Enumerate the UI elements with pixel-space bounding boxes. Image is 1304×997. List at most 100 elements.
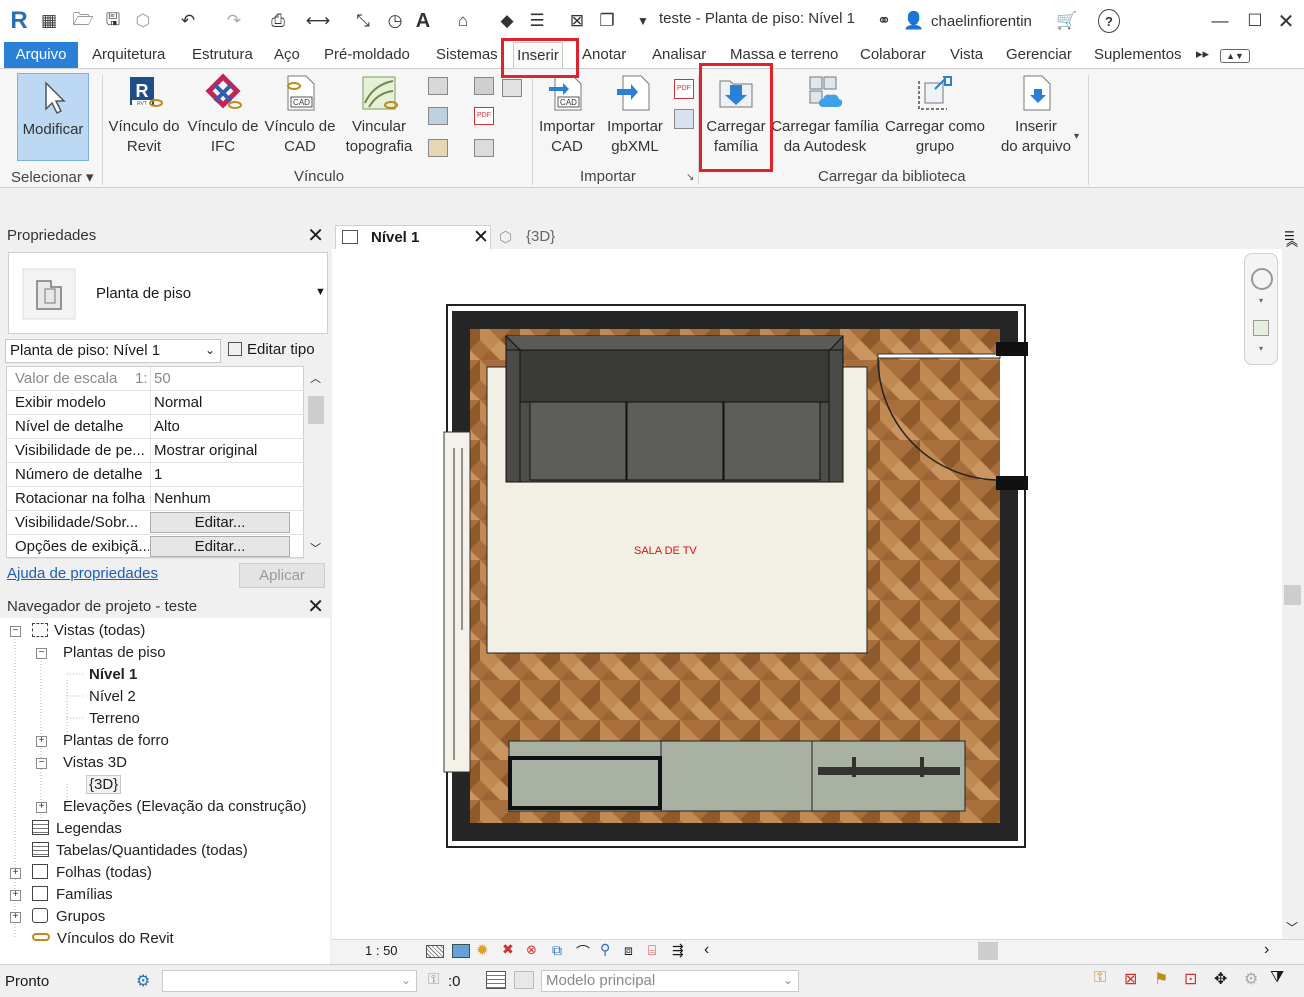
tab-colaborar[interactable]: Colaborar	[860, 46, 926, 63]
hscroll-right-icon[interactable]: ›	[1264, 941, 1269, 959]
tab-analisar[interactable]: Analisar	[652, 46, 706, 63]
qat-dropdown-icon[interactable]: ▼	[636, 9, 650, 33]
importar-dialog-launcher-icon[interactable]: ↘	[686, 172, 694, 183]
import-image-icon[interactable]	[674, 109, 694, 129]
inserir-dropdown-icon[interactable]: ▾	[1074, 131, 1079, 142]
inserir-do-arquivo-button[interactable]: Inserir do arquivo	[996, 73, 1076, 157]
tree-grupos[interactable]: Grupos	[32, 908, 105, 925]
type-selector[interactable]: Planta de piso ▼	[8, 252, 328, 334]
detail-level-icon[interactable]	[426, 945, 444, 958]
close-browser-icon[interactable]: ✕	[307, 596, 324, 618]
close-window-icon[interactable]: ✕	[1274, 9, 1298, 33]
tree-3d-view[interactable]: {3D}	[86, 775, 122, 794]
expand-folhas-icon[interactable]: +	[10, 868, 21, 879]
collapse-vistas-3d-icon[interactable]: −	[36, 758, 47, 769]
ajuda-propriedades-link[interactable]: Ajuda de propriedades	[7, 565, 158, 582]
filter-icon[interactable]: ⚿	[428, 971, 439, 988]
import-pdf-icon[interactable]: PDF	[674, 79, 694, 99]
close-view-tab-icon[interactable]: ✕	[473, 226, 489, 249]
carregar-familia-autodesk-button[interactable]: Carregar família da Autodesk	[770, 73, 880, 157]
vinculo-cad-button[interactable]: CAD Vínculo de CAD	[262, 73, 338, 157]
show-crop-icon[interactable]: ⌒	[576, 942, 590, 962]
aplicar-button[interactable]: Aplicar	[239, 563, 325, 588]
tab-anotar[interactable]: Anotar	[582, 46, 626, 63]
coordination-model-icon[interactable]	[428, 139, 448, 157]
visual-style-icon[interactable]	[452, 944, 470, 958]
drawing-canvas[interactable]: SALA DE TV ▾ ▾	[332, 249, 1286, 939]
decal-icon[interactable]	[474, 77, 494, 95]
expand-elevacoes-icon[interactable]: +	[36, 802, 47, 813]
reveal-hidden-icon[interactable]: ⌸	[648, 942, 656, 959]
help-icon[interactable]: ?	[1098, 9, 1120, 33]
workset-combo[interactable]: ⌄	[162, 970, 417, 992]
instance-selector[interactable]: Planta de piso: Nível 1 ⌄	[5, 339, 221, 363]
select-pinned-icon[interactable]: ⚑	[1154, 969, 1168, 989]
unlock-3d-icon[interactable]: ⚲	[600, 941, 610, 958]
tree-plantas-piso[interactable]: Plantas de piso	[63, 644, 166, 661]
select-links-icon[interactable]: ⚿	[1094, 969, 1106, 987]
tree-vinculos-revit[interactable]: Vínculos do Revit	[32, 930, 174, 947]
collapse-vistas-icon[interactable]: −	[10, 626, 21, 637]
analytical-model-icon[interactable]: ⇶	[672, 942, 684, 959]
user-name[interactable]: chaelinfiorentin	[931, 13, 1032, 30]
tree-terreno[interactable]: Terreno	[89, 710, 140, 727]
expand-familias-icon[interactable]: +	[10, 890, 21, 901]
collapse-plantas-piso-icon[interactable]: −	[36, 648, 47, 659]
prop-row-rotacionar[interactable]: Rotacionar na folha Nenhum	[7, 487, 305, 511]
text-icon[interactable]: A	[412, 9, 434, 33]
editar-opcoes-button[interactable]: Editar...	[150, 536, 290, 557]
select-underlay-icon[interactable]: ⊠	[1124, 969, 1137, 989]
scroll-down-icon[interactable]: ﹀	[1286, 919, 1298, 936]
room-label[interactable]: SALA DE TV	[634, 545, 697, 557]
ribbon-minimize-icon[interactable]: ▲▼	[1220, 49, 1250, 63]
importar-cad-button[interactable]: CAD Importar CAD	[536, 73, 598, 157]
switch-windows-icon[interactable]: ❐	[596, 9, 618, 33]
tab-view-3d[interactable]: ⬡ {3D}	[494, 225, 604, 249]
tree-familias[interactable]: Famílias	[32, 886, 113, 903]
zoom-dropdown-icon[interactable]: ▾	[1259, 344, 1263, 353]
select-by-face-icon[interactable]: ⊡	[1184, 969, 1197, 989]
steering-wheel-icon[interactable]	[1251, 268, 1273, 290]
tab-sistemas[interactable]: Sistemas	[436, 46, 498, 63]
modificar-button[interactable]: Modificar	[17, 73, 89, 161]
temp-hide-icon[interactable]: ⧈	[624, 942, 633, 959]
sync-icon[interactable]: ⬡	[132, 9, 154, 33]
filter-selection-icon[interactable]: ⧩	[1270, 969, 1284, 987]
3d-view-icon[interactable]: ⌂	[452, 9, 474, 33]
binoculars-icon[interactable]: ⚭	[872, 9, 896, 33]
manage-images-icon[interactable]	[502, 79, 522, 97]
tree-nivel-1[interactable]: Nível 1	[89, 666, 137, 683]
editar-visibilidade-button[interactable]: Editar...	[150, 512, 290, 533]
measure-icon[interactable]: ⟷	[306, 9, 330, 33]
vinculo-ifc-button[interactable]: Vínculo de IFC	[186, 73, 260, 157]
prop-row-nivel-detalhe[interactable]: Nível de detalhe Alto	[7, 415, 305, 439]
expand-grupos-icon[interactable]: +	[10, 912, 21, 923]
image-link-icon[interactable]	[474, 139, 494, 157]
tab-massa-e-terreno[interactable]: Massa e terreno	[730, 46, 838, 63]
tree-legendas[interactable]: Legendas	[32, 820, 122, 837]
section-icon[interactable]: ◆	[496, 9, 518, 33]
revit-logo-icon[interactable]: R	[6, 7, 32, 34]
aligned-dimension-icon[interactable]: ⤡	[352, 9, 374, 33]
importar-gbxml-button[interactable]: Importar gbXML	[602, 73, 668, 157]
worksets-icon[interactable]: ⚙	[136, 971, 150, 991]
design-option-combo[interactable]: Modelo principal ⌄	[541, 970, 799, 992]
expand-plantas-forro-icon[interactable]: +	[36, 736, 47, 747]
wheel-dropdown-icon[interactable]: ▾	[1259, 296, 1263, 305]
render-icon[interactable]: ⊗	[526, 942, 537, 958]
tree-vistas-3d[interactable]: Vistas 3D	[63, 754, 127, 771]
print-icon[interactable]: ⎙	[266, 9, 290, 33]
redo-icon[interactable]: ↷	[222, 9, 246, 33]
hscroll-left-icon[interactable]: ‹	[704, 941, 709, 959]
undo-icon[interactable]: ↶	[176, 9, 200, 33]
minimize-icon[interactable]: —	[1208, 9, 1232, 33]
shadows-icon[interactable]: ✖	[502, 941, 514, 958]
properties-scrollbar[interactable]: ︿ ﹀	[306, 366, 326, 558]
tree-nivel-2[interactable]: Nível 2	[89, 688, 136, 705]
close-properties-icon[interactable]: ✕	[307, 225, 324, 247]
canvas-hscroll-thumb[interactable]	[978, 942, 998, 960]
close-hidden-icon[interactable]: ⊠	[566, 9, 588, 33]
panel-label-selecionar[interactable]: Selecionar ▾	[11, 168, 94, 186]
tab-arquitetura[interactable]: Arquitetura	[92, 46, 165, 63]
tab-view-nivel-1[interactable]: Nível 1 ✕	[335, 225, 491, 249]
